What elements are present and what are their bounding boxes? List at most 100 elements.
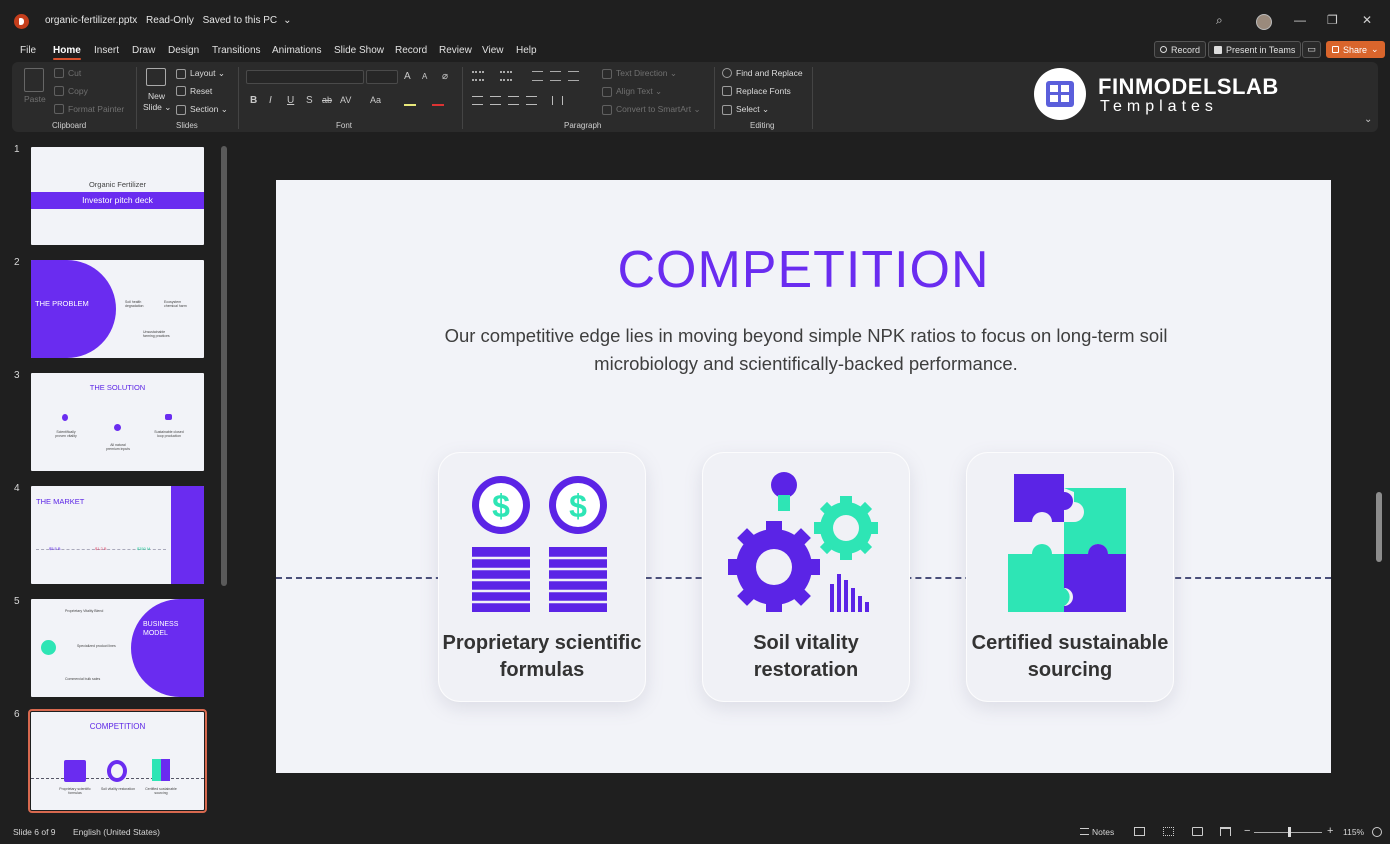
paste-button[interactable]	[24, 68, 44, 92]
slide-title[interactable]: COMPETITION	[276, 240, 1331, 300]
read-only-label: Read-Only	[146, 15, 194, 26]
section-button[interactable]: Section ⌄	[176, 104, 228, 115]
select-button[interactable]: Select ⌄	[722, 104, 769, 115]
close-button[interactable]: ✕	[1362, 13, 1372, 27]
bold-button[interactable]: B	[250, 95, 257, 106]
normal-view-icon[interactable]	[1134, 827, 1145, 836]
smartart-button[interactable]: Convert to SmartArt ⌄	[602, 104, 701, 115]
align-left-icon[interactable]	[472, 96, 483, 105]
tab-file[interactable]: File	[20, 45, 36, 56]
language[interactable]: English (United States)	[73, 827, 160, 837]
shadow-button[interactable]: S	[306, 95, 313, 106]
slideshow-icon[interactable]	[1220, 827, 1231, 836]
font-family-select[interactable]	[246, 70, 364, 84]
tab-help[interactable]: Help	[516, 45, 537, 56]
tab-review[interactable]: Review	[439, 45, 472, 56]
maximize-button[interactable]: ❐	[1327, 13, 1338, 27]
strikethrough-button[interactable]: ab	[322, 95, 332, 105]
thumb-text: $1.2 B	[95, 546, 107, 551]
slide-subtitle[interactable]: Our competitive edge lies in moving beyo…	[426, 322, 1186, 378]
slide-sorter-icon[interactable]	[1163, 827, 1174, 836]
highlight-icon[interactable]	[404, 96, 416, 106]
slide-thumbnail-1[interactable]: Organic Fertilizer Investor pitch deck	[31, 147, 204, 245]
thumb-title: BUSINESS	[143, 621, 179, 628]
slide-scrollbar[interactable]	[1375, 140, 1383, 810]
tab-slide-show[interactable]: Slide Show	[334, 45, 384, 56]
tab-view[interactable]: View	[482, 45, 504, 56]
decrease-indent-icon[interactable]	[532, 71, 543, 81]
text-direction-button[interactable]: Text Direction ⌄	[602, 68, 677, 79]
thumb-text: $5.5 B	[49, 546, 61, 551]
tab-insert[interactable]: Insert	[94, 45, 119, 56]
slide-thumbnail-5[interactable]: BUSINESS MODEL Proprietary Vitality Blen…	[31, 599, 204, 697]
new-slide-label[interactable]: New	[148, 91, 165, 101]
comments-button[interactable]: ▭	[1302, 41, 1321, 58]
layout-button[interactable]: Layout ⌄	[176, 68, 225, 79]
font-size-select[interactable]	[366, 70, 398, 84]
increase-indent-icon[interactable]	[550, 71, 561, 81]
line-spacing-icon[interactable]	[568, 71, 579, 81]
tab-home[interactable]: Home	[53, 45, 81, 60]
competition-card-2[interactable]: Soil vitality restoration	[702, 452, 910, 702]
slide-thumbnail-4[interactable]: THE MARKET $5.5 B $1.2 B $350 M	[31, 486, 204, 584]
document-title[interactable]: organic-fertilizer.pptx Read-Only Saved …	[45, 15, 298, 26]
competition-card-3[interactable]: Certified sustainable sourcing	[966, 452, 1174, 702]
zoom-slider-knob[interactable]	[1288, 827, 1291, 837]
reading-view-icon[interactable]	[1192, 827, 1203, 836]
justify-icon[interactable]	[526, 96, 537, 105]
fit-to-window-icon[interactable]	[1372, 827, 1382, 837]
thumb-text: Specialized product lines	[77, 644, 116, 648]
columns-icon[interactable]	[552, 96, 563, 105]
scrollbar-thumb[interactable]	[1376, 492, 1382, 562]
thumb-text: Soil health degradation	[125, 300, 144, 308]
slide-thumbnail-2[interactable]: THE PROBLEM Soil health degradation Ecos…	[31, 260, 204, 358]
zoom-level[interactable]: 115%	[1343, 827, 1364, 837]
find-replace-button[interactable]: Find and Replace	[722, 68, 803, 78]
align-text-button[interactable]: Align Text ⌄	[602, 86, 662, 97]
copy-icon	[54, 86, 64, 96]
align-right-icon[interactable]	[508, 96, 519, 105]
competition-card-1[interactable]: $ $ Proprietary scientific formulas	[438, 452, 646, 702]
minimize-button[interactable]: —	[1294, 13, 1306, 27]
tab-record[interactable]: Record	[395, 45, 427, 56]
format-painter-button[interactable]: Format Painter	[54, 104, 124, 114]
slide-canvas[interactable]: COMPETITION Our competitive edge lies in…	[276, 180, 1331, 773]
chevron-down-icon: ⌄	[283, 15, 292, 26]
zoom-in-button[interactable]: +	[1327, 825, 1333, 837]
zoom-out-button[interactable]: −	[1244, 825, 1250, 837]
bullets-icon[interactable]	[472, 71, 484, 81]
numbering-icon[interactable]	[500, 71, 512, 81]
replace-fonts-button[interactable]: Replace Fonts	[722, 86, 791, 96]
notes-button[interactable]: Notes	[1080, 827, 1114, 837]
slide-thumbnail-6[interactable]: COMPETITION Proprietary scientific formu…	[28, 709, 207, 813]
tab-transitions[interactable]: Transitions	[212, 45, 261, 56]
tab-animations[interactable]: Animations	[272, 45, 321, 56]
notes-icon	[1080, 828, 1089, 835]
cut-button[interactable]: Cut	[54, 68, 81, 78]
present-in-teams-button[interactable]: Present in Teams	[1208, 41, 1302, 58]
shrink-font-button[interactable]: A	[422, 72, 427, 81]
thumbnails-scrollbar[interactable]	[221, 146, 227, 586]
clear-format-icon[interactable]: ⌀	[442, 71, 448, 82]
new-slide-label-2[interactable]: Slide ⌄	[143, 102, 171, 113]
avatar[interactable]	[1256, 14, 1272, 30]
underline-button[interactable]: U	[287, 95, 294, 106]
search-icon[interactable]: ⌕	[1216, 13, 1223, 28]
thumb-number: 2	[14, 257, 20, 268]
slide-thumbnail-3[interactable]: THE SOLUTION Scientifically proven vital…	[31, 373, 204, 471]
font-color-icon[interactable]	[432, 96, 444, 106]
collapse-ribbon-icon[interactable]: ⌄	[1364, 114, 1372, 125]
share-button[interactable]: Share ⌄	[1326, 41, 1385, 58]
reset-button[interactable]: Reset	[176, 86, 212, 96]
italic-button[interactable]: I	[269, 95, 272, 106]
align-center-icon[interactable]	[490, 96, 501, 105]
tab-draw[interactable]: Draw	[132, 45, 155, 56]
copy-button[interactable]: Copy	[54, 86, 88, 96]
tab-design[interactable]: Design	[168, 45, 199, 56]
new-slide-icon[interactable]	[146, 68, 166, 86]
change-case-button[interactable]: Aa	[370, 95, 381, 105]
record-button[interactable]: Record	[1154, 41, 1207, 58]
character-spacing-button[interactable]: AV	[340, 95, 351, 105]
grow-font-button[interactable]: A	[404, 71, 411, 82]
text-direction-label: Text Direction ⌄	[616, 68, 677, 78]
